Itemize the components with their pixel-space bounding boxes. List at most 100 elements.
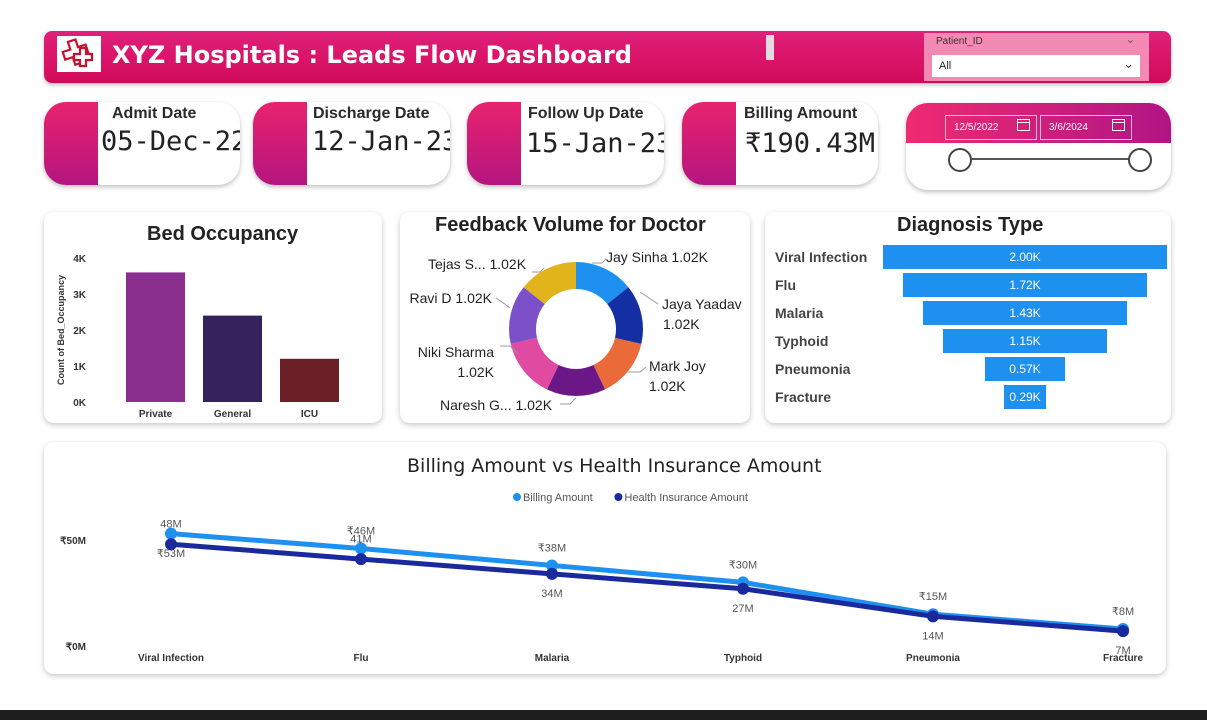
billing-data-label: ₹38M [538, 542, 566, 554]
slice-label: Niki Sharma [418, 344, 494, 360]
slice-label: 1.02K [457, 364, 494, 380]
leader-line [560, 397, 577, 405]
calendar-icon[interactable] [1112, 119, 1125, 131]
y-tick-label: 0K [73, 398, 87, 409]
feedback-card: Feedback Volume for Doctor Jay Sinha 1.0… [400, 212, 750, 423]
kpi-label: Admit Date [112, 105, 197, 122]
billing-data-label: ₹15M [919, 591, 947, 603]
patient-id-slicer[interactable]: Patient_ID ⌄ All ⌄ [924, 33, 1149, 81]
kpi-value: ₹190.43M [745, 128, 876, 159]
funnel-bar[interactable]: 0.57K [984, 357, 1066, 381]
funnel-bar[interactable]: 1.72K [902, 273, 1148, 297]
data-point[interactable] [737, 582, 749, 595]
collapse-chevron-icon[interactable]: ⌄ [1126, 33, 1135, 46]
funnel-category-label: Pneumonia [775, 361, 851, 377]
kpi-label: Follow Up Date [528, 105, 644, 122]
slice-label: Naresh G... 1.02K [440, 397, 553, 413]
slicer-value: All [939, 60, 952, 72]
y-axis-label: Count of Bed_Occupancy [56, 275, 66, 385]
slice-label: 1.02K [663, 316, 700, 332]
billing-insurance-line-chart: ₹0M ₹50M Viral Infection Flu Malaria Typhoid P… [60, 492, 1143, 664]
y-tick-label: ₹0M [66, 642, 86, 653]
slice-label: 1.02K [649, 378, 686, 394]
start-date-value: 12/5/2022 [954, 122, 999, 133]
data-point[interactable] [927, 610, 939, 623]
diagnosis-funnel-chart: Viral Infection 2.00K Flu 1.72K Malaria 1.43K… [765, 212, 1171, 423]
billing-data-label: ₹53M [157, 548, 185, 560]
funnel-bar[interactable]: 2.00K [883, 245, 1167, 269]
legend-marker [614, 493, 623, 501]
slice-label: Jay Sinha 1.02K [606, 249, 709, 265]
x-tick-label: ICU [301, 409, 318, 420]
funnel-bar[interactable]: 1.43K [923, 301, 1127, 325]
funnel-category-label: Typhoid [775, 333, 829, 349]
patient-id-dropdown[interactable]: All ⌄ [932, 55, 1140, 77]
end-date-input[interactable]: 3/6/2024 [1040, 115, 1132, 140]
y-tick-label: 2K [73, 326, 87, 337]
legend-label: Health Insurance Amount [624, 492, 748, 504]
funnel-bar[interactable]: 1.15K [943, 329, 1107, 353]
data-point[interactable] [546, 567, 558, 580]
end-date-value: 3/6/2024 [1049, 122, 1088, 133]
billing-vs-insurance-card: Billing Amount vs Health Insurance Amoun… [44, 442, 1166, 674]
start-date-handle[interactable] [948, 148, 972, 172]
billing-data-label: ₹30M [729, 559, 757, 571]
bottom-bar [0, 710, 1207, 720]
hospital-logo [57, 36, 101, 72]
insurance-data-label: 41M [350, 533, 371, 545]
bar-icu[interactable] [280, 358, 339, 402]
slice-label: Jaya Yaadav [662, 296, 742, 312]
funnel-category-label: Flu [775, 277, 796, 293]
chevron-down-icon[interactable]: ⌄ [1123, 56, 1134, 72]
billing-data-label: ₹8M [1112, 606, 1134, 618]
slice-label: Ravi D 1.02K [410, 290, 493, 306]
insurance-data-label: 7M [1115, 645, 1130, 657]
bed-occupancy-card: Bed Occupancy 0K 1K 2K 3K 4K Count of Bed_Occ… [44, 212, 382, 423]
dashboard-header: XYZ Hospitals : Leads Flow Dashboard Pat… [44, 31, 1171, 83]
kpi-discharge-date: Discharge Date 12-Jan-23 [253, 102, 450, 185]
start-date-input[interactable]: 12/5/2022 [945, 115, 1037, 140]
insurance-data-label: 48M [160, 519, 181, 531]
slice-label: Tejas S... 1.02K [428, 256, 527, 272]
slice-label: Mark Joy [649, 358, 706, 374]
insurance-data-label: 14M [922, 630, 943, 642]
legend: Billing Amount Health Insurance Amount [513, 492, 748, 504]
x-tick-label: Typhoid [724, 653, 762, 664]
y-tick-label: 1K [73, 362, 87, 373]
x-tick-label: Pneumonia [906, 653, 960, 664]
leader-line [639, 291, 659, 305]
kpi-value: 05-Dec-22 [101, 126, 240, 157]
y-tick-label: 3K [73, 290, 87, 301]
date-range-track[interactable] [960, 158, 1140, 160]
kpi-billing-amount: Billing Amount ₹190.43M [682, 102, 878, 185]
leader-line [592, 258, 607, 264]
x-tick-label: Flu [354, 653, 369, 664]
end-date-handle[interactable] [1128, 148, 1152, 172]
kpi-admit-date: Admit Date 05-Dec-22 [44, 102, 240, 185]
kpi-stripe [467, 102, 521, 185]
bed-occupancy-chart: 0K 1K 2K 3K 4K Count of Bed_Occupancy Private G… [56, 254, 339, 420]
kpi-stripe [682, 102, 736, 185]
funnel-bar[interactable]: 0.29K [1004, 385, 1046, 409]
data-point[interactable] [355, 553, 367, 566]
page-title: XYZ Hospitals : Leads Flow Dashboard [112, 41, 632, 69]
kpi-value: 15-Jan-23 [526, 128, 664, 159]
funnel-category-label: Fracture [775, 389, 832, 405]
funnel-category-label: Malaria [775, 305, 824, 321]
bar-general[interactable] [203, 315, 262, 402]
data-point[interactable] [1117, 625, 1129, 638]
x-tick-label: General [214, 409, 251, 420]
feedback-donut-chart: Jay Sinha 1.02K Jaya Yaadav 1.02K Mark Joy 1… [410, 249, 742, 413]
legend-label: Billing Amount [523, 492, 593, 504]
header-divider [766, 35, 774, 60]
x-tick-label: Viral Infection [138, 653, 204, 664]
kpi-label: Billing Amount [744, 105, 858, 122]
calendar-icon[interactable] [1017, 119, 1030, 131]
leader-line [495, 297, 511, 309]
kpi-stripe [44, 102, 98, 185]
bar-private[interactable] [126, 272, 185, 402]
kpi-follow-up-date: Follow Up Date 15-Jan-23 [467, 102, 664, 185]
date-range-slicer[interactable]: 12/5/2022 3/6/2024 [906, 103, 1171, 190]
insurance-data-label: 34M [541, 588, 562, 600]
y-tick-label: ₹50M [60, 536, 86, 547]
